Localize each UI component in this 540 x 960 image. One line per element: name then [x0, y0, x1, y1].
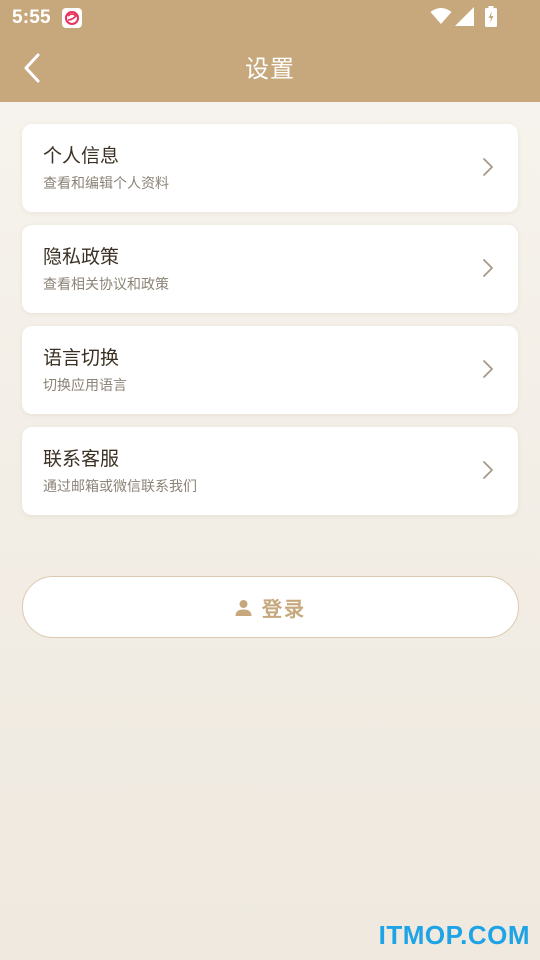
battery-charging-icon — [485, 6, 497, 31]
chevron-right-icon — [483, 360, 493, 378]
cellular-signal-icon — [455, 7, 475, 30]
login-button[interactable]: 登录 — [22, 576, 519, 638]
settings-item-title: 隐私政策 — [43, 246, 120, 268]
status-time: 5:55 — [12, 7, 51, 28]
settings-item-subtitle: 查看和编辑个人资料 — [43, 176, 169, 192]
settings-list: 个人信息 查看和编辑个人资料 隐私政策 查看相关协议和政策 语言切换 切换应用语… — [22, 124, 518, 528]
chevron-right-icon — [483, 461, 493, 479]
settings-item-title: 联系客服 — [43, 448, 120, 470]
login-label: 登录 — [262, 596, 306, 621]
wifi-icon — [430, 7, 452, 29]
settings-item-language[interactable]: 语言切换 切换应用语言 — [22, 326, 518, 414]
settings-item-title: 个人信息 — [43, 145, 120, 167]
settings-item-subtitle: 通过邮箱或微信联系我们 — [43, 479, 197, 495]
chevron-left-icon — [24, 53, 40, 83]
page-title: 设置 — [245, 55, 295, 83]
app-header: 5:55 设置 — [0, 0, 540, 102]
chevron-right-icon — [483, 259, 493, 277]
status-bar: 5:55 — [0, 0, 540, 36]
user-icon — [235, 599, 252, 616]
settings-item-title: 语言切换 — [43, 347, 120, 369]
notification-app-icon — [62, 8, 82, 28]
watermark: ITMOP.COM — [378, 920, 530, 950]
settings-item-subtitle: 切换应用语言 — [43, 378, 127, 394]
settings-item-support[interactable]: 联系客服 通过邮箱或微信联系我们 — [22, 427, 518, 515]
chevron-right-icon — [483, 158, 493, 176]
settings-item-privacy[interactable]: 隐私政策 查看相关协议和政策 — [22, 225, 518, 313]
settings-item-subtitle: 查看相关协议和政策 — [43, 277, 169, 293]
settings-item-profile[interactable]: 个人信息 查看和编辑个人资料 — [22, 124, 518, 212]
nav-bar: 设置 — [0, 36, 540, 102]
back-button[interactable] — [14, 50, 50, 86]
